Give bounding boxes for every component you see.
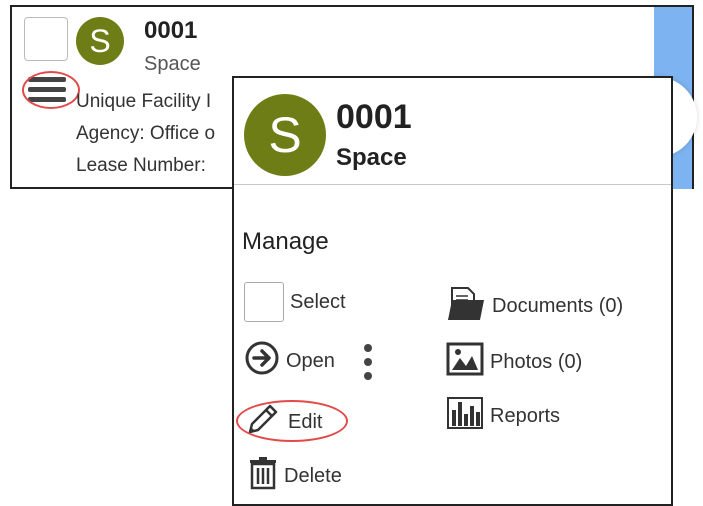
photos-action[interactable]: Photos (0): [446, 342, 582, 382]
select-checkbox[interactable]: [244, 282, 284, 322]
arrow-right-circle-icon: [244, 340, 280, 382]
card-lease-line: Lease Number:: [76, 155, 206, 176]
card-facility-line: Unique Facility I: [76, 91, 212, 112]
open-action[interactable]: Open: [244, 340, 335, 382]
photo-icon: [446, 342, 484, 382]
reports-label: Reports: [490, 404, 561, 427]
reports-action[interactable]: Reports: [446, 396, 560, 436]
trash-icon: [248, 456, 278, 496]
card-title: 0001: [144, 17, 198, 44]
select-action[interactable]: Select: [244, 282, 346, 322]
card-subtitle: Space: [144, 53, 201, 75]
highlight-ring: [22, 71, 80, 109]
manage-section-title: Manage: [242, 228, 329, 255]
card-select-checkbox[interactable]: [24, 17, 68, 61]
card-avatar: S: [76, 17, 124, 65]
delete-label: Delete: [284, 464, 342, 487]
documents-action[interactable]: Documents (0): [446, 284, 623, 328]
bar-chart-icon: [446, 396, 484, 436]
delete-action[interactable]: Delete: [248, 456, 342, 496]
folder-documents-icon: [446, 284, 486, 328]
open-label: Open: [286, 349, 335, 372]
select-label: Select: [290, 290, 346, 313]
popup-avatar: S: [244, 94, 326, 176]
popup-divider: [234, 184, 671, 185]
highlight-ring: [236, 400, 348, 442]
documents-label: Documents (0): [492, 294, 624, 317]
kebab-menu-icon[interactable]: [362, 344, 374, 382]
record-context-menu: S 0001 Space Manage Select Open Edit Del…: [232, 76, 673, 506]
popup-title: 0001: [336, 98, 412, 136]
hamburger-menu-button[interactable]: [22, 71, 80, 111]
photos-label: Photos (0): [490, 350, 583, 373]
card-agency-line: Agency: Office o: [76, 123, 216, 144]
popup-subtitle: Space: [336, 144, 407, 171]
